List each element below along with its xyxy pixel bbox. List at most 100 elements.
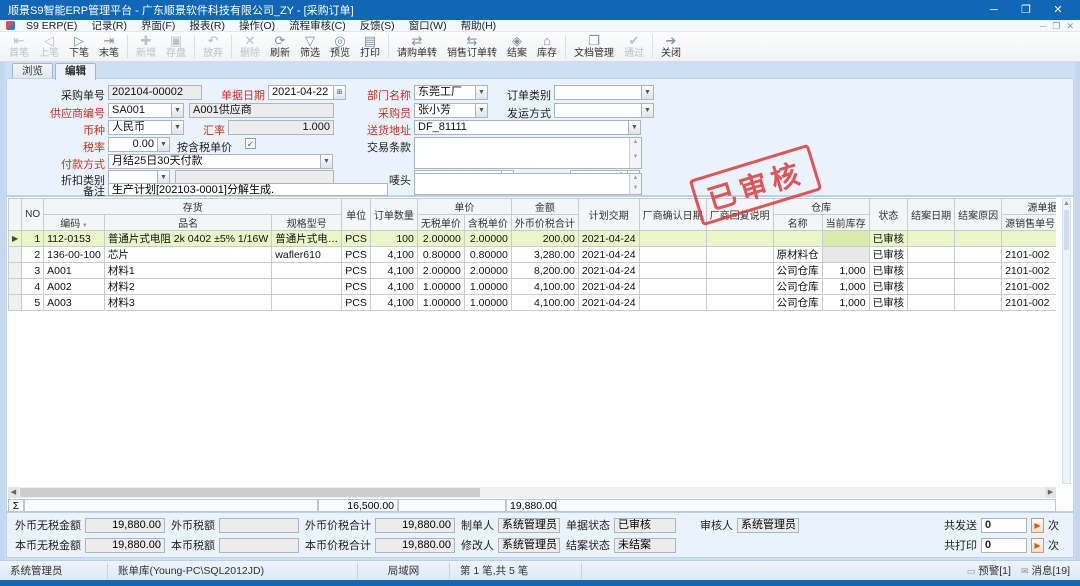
cell[interactable]: 普通片式电阻 2k 0402 ±5% 1/16W [104,231,271,247]
cell[interactable]: 2021-04-24 [578,247,639,263]
trade-terms-scroll[interactable]: ▲▼ [629,138,641,168]
cell[interactable]: 2021-04-24 [578,279,639,295]
cell[interactable]: 1,000 [822,295,869,311]
statusbar-message[interactable]: ✉消息[19] [1021,563,1070,578]
cell[interactable]: 4,100 [370,247,417,263]
cell[interactable]: 8,200.00 [511,263,578,279]
col-header-结案日期[interactable]: 结案日期 [908,199,955,231]
cell[interactable]: 4 [22,279,44,295]
cell[interactable]: 3,280.00 [511,247,578,263]
cell[interactable]: 4,100 [370,263,417,279]
cell[interactable] [955,279,1002,295]
toolbar-button-打印[interactable]: ▤打印 [355,32,385,61]
cell[interactable] [908,295,955,311]
cell[interactable]: 1,000 [822,279,869,295]
cell[interactable]: 2 [22,247,44,263]
cell[interactable]: 芯片 [104,247,271,263]
cell[interactable] [706,231,773,247]
cell[interactable]: 2.00000 [417,231,464,247]
cell[interactable] [908,263,955,279]
col-header-状态[interactable]: 状态 [869,199,908,231]
toolbar-button-预览[interactable]: ◎预览 [325,32,355,61]
col-header-含税单价[interactable]: 含税单价 [464,215,511,231]
cell[interactable] [773,231,822,247]
col-header-规格型号[interactable]: 规格型号 [272,215,342,231]
cell[interactable] [955,247,1002,263]
cell[interactable]: 0.80000 [417,247,464,263]
cell[interactable]: 材料3 [104,295,271,311]
cell[interactable]: PCS [342,279,371,295]
row-selector[interactable] [9,263,22,279]
supplier-dropdown-icon[interactable]: ▼ [171,103,184,118]
payment-dropdown-icon[interactable]: ▼ [320,154,333,169]
cell[interactable] [908,231,955,247]
cell[interactable] [706,263,773,279]
extra-notes-field[interactable]: ▲▼ [414,173,642,195]
cell[interactable]: 200.00 [511,231,578,247]
cell[interactable] [639,247,706,263]
cell[interactable]: 2021-04-24 [578,295,639,311]
tax-included-checkbox[interactable]: ✓ [245,138,256,149]
cell[interactable]: 2101-002 [1002,279,1056,295]
col-header-源销售单号[interactable]: 源销售单号 [1002,215,1056,231]
cell[interactable] [955,263,1002,279]
row-selector[interactable] [9,247,22,263]
col-header-单位[interactable]: 单位 [342,199,371,231]
col-header-NO[interactable]: NO [22,199,44,231]
toolbar-button-末笔[interactable]: ⇥末笔 [94,32,124,61]
department-field[interactable]: 东莞工厂 [414,85,476,100]
cell[interactable]: 4,100 [370,279,417,295]
col-header-无税单价[interactable]: 无税单价 [417,215,464,231]
remark-field[interactable]: 生产计划[202103-0001]分解生成. [108,183,388,196]
menu-item-3[interactable]: 报表(R) [182,20,232,32]
cell[interactable]: 已审核 [869,263,908,279]
cell[interactable]: 4,100 [370,295,417,311]
cell[interactable]: 公司仓库 [773,263,822,279]
row-selector[interactable] [9,295,22,311]
doc-date-field[interactable]: 2021-04-22 [268,85,334,100]
ship-address-field[interactable]: DF_81111 [414,120,629,135]
filter-icon[interactable]: ▼ [80,223,88,229]
cell[interactable] [706,295,773,311]
cell[interactable]: 公司仓库 [773,279,822,295]
cell[interactable]: 4,100.00 [511,295,578,311]
close-button[interactable]: ✕ [1044,2,1072,18]
extra-notes-scroll[interactable]: ▲▼ [629,174,641,194]
calendar-icon[interactable]: ⊞ [333,85,346,100]
hscroll-thumb[interactable] [20,488,480,497]
cell[interactable]: 2.00000 [464,263,511,279]
cell[interactable]: 已审核 [869,279,908,295]
col-header-品名[interactable]: 品名 [104,215,271,231]
cell[interactable]: 2021-04-24 [578,263,639,279]
cell[interactable]: 4,100.00 [511,279,578,295]
col-header-外币价税合计[interactable]: 外币价税合计 [511,215,578,231]
order-type-dropdown-icon[interactable]: ▼ [641,85,654,100]
ship-address-dropdown-icon[interactable]: ▼ [628,120,641,135]
row-selector[interactable] [9,279,22,295]
toolbar-button-库存[interactable]: ⌂库存 [532,32,562,61]
cell[interactable] [272,295,342,311]
cell[interactable]: 1.00000 [464,295,511,311]
buyer-field[interactable]: 张小芳 [414,103,476,118]
cell[interactable]: 普通片式电… [272,231,342,247]
row-selector[interactable]: ▶ [9,231,22,247]
cell[interactable]: 2101-002 [1002,263,1056,279]
grid-horizontal-scrollbar[interactable]: ◀ ▶ [8,487,1056,498]
cell[interactable]: PCS [342,295,371,311]
cell[interactable]: PCS [342,231,371,247]
tax-rate-spinner-icon[interactable]: ▼ [157,137,170,152]
counter-spinner-icon[interactable]: ▶ [1031,518,1044,533]
ship-method-dropdown-icon[interactable]: ▼ [641,103,654,118]
currency-dropdown-icon[interactable]: ▼ [171,120,184,135]
mdi-minimize-button[interactable]: ─ [1040,20,1046,32]
menu-item-2[interactable]: 界面(F) [134,20,182,32]
cell[interactable]: 原材料仓 [773,247,822,263]
counter-spinner-icon[interactable]: ▶ [1031,538,1044,553]
cell[interactable] [706,247,773,263]
scroll-left-icon[interactable]: ◀ [8,487,19,498]
cell[interactable]: 2.00000 [417,263,464,279]
payment-field[interactable]: 月结25日30天付款 [108,154,321,169]
cell[interactable] [822,231,869,247]
cell[interactable]: 1.00000 [417,279,464,295]
tax-rate-field[interactable]: 0.00 [108,137,158,152]
